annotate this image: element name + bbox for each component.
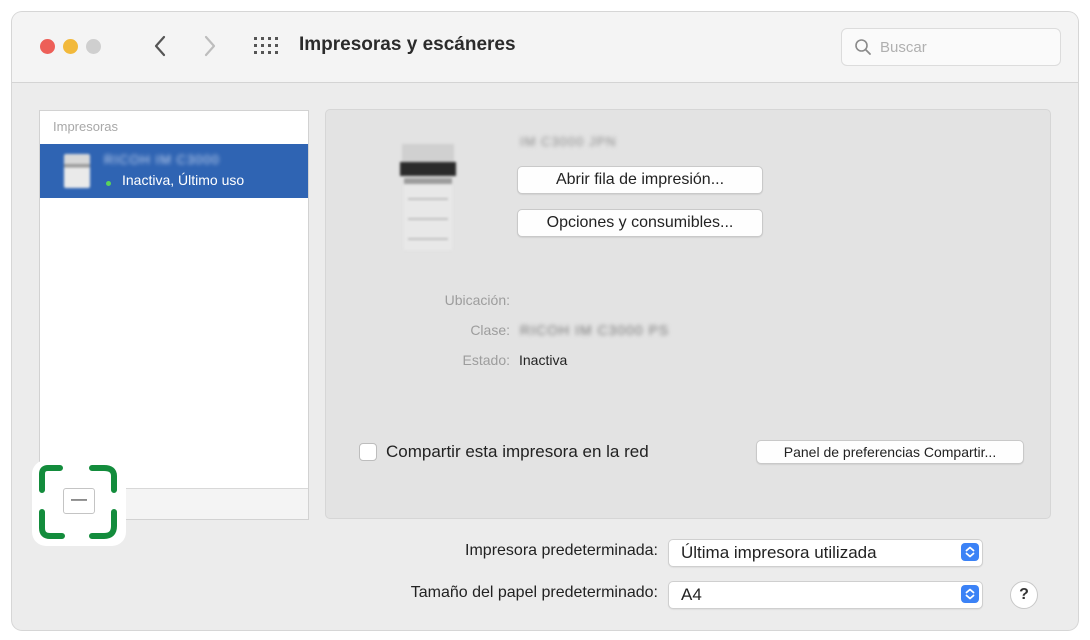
- chevron-left-icon: [154, 35, 166, 57]
- chevron-right-icon: [204, 35, 216, 57]
- printer-image: [400, 144, 456, 250]
- title-bar: Impresoras y escáneres: [12, 12, 1078, 83]
- paper-size-label: Tamaño del papel predeterminado:: [410, 584, 658, 601]
- printer-list-item-status: Inactiva, Último uso: [122, 172, 245, 188]
- state-label: Estado:: [462, 352, 510, 368]
- show-all-button[interactable]: [252, 36, 280, 56]
- window-title: Impresoras y escáneres: [299, 34, 516, 55]
- status-dot-icon: [106, 181, 111, 186]
- printer-name: IM C3000 JPN: [520, 134, 617, 149]
- search-field[interactable]: [841, 28, 1061, 66]
- printer-list-header: Impresoras: [53, 119, 119, 134]
- updown-chevron-icon: [961, 585, 979, 603]
- share-printer-checkbox[interactable]: [359, 443, 377, 461]
- state-value: Inactiva: [519, 352, 568, 368]
- search-icon: [855, 39, 871, 55]
- default-printer-value: Última impresora utilizada: [681, 543, 877, 562]
- grid-icon: [254, 37, 278, 54]
- class-value: RICOH IM C3000 PS: [520, 322, 670, 338]
- search-input[interactable]: [880, 35, 1050, 59]
- sharing-preferences-button[interactable]: Panel de preferencias Compartir...: [756, 440, 1024, 464]
- location-label: Ubicación:: [444, 292, 510, 308]
- paper-size-value: A4: [681, 585, 702, 604]
- printer-list: Impresoras RICOH IM C3000 Inactiva, Últi…: [39, 110, 309, 520]
- options-supplies-button[interactable]: Opciones y consumibles...: [517, 209, 763, 237]
- default-printer-label: Impresora predeterminada:: [465, 542, 658, 559]
- remove-printer-button[interactable]: —: [63, 488, 95, 514]
- paper-size-select[interactable]: A4: [668, 581, 983, 609]
- forward-button[interactable]: [196, 30, 224, 62]
- help-button[interactable]: ?: [1010, 581, 1038, 609]
- updown-chevron-icon: [961, 543, 979, 561]
- preferences-window: Impresoras y escáneres Impresoras RICOH …: [12, 12, 1078, 630]
- printer-detail-panel: IM C3000 JPN Abrir fila de impresión... …: [325, 109, 1051, 519]
- open-print-queue-button[interactable]: Abrir fila de impresión...: [517, 166, 763, 194]
- share-printer-label: Compartir esta impresora en la red: [386, 442, 649, 461]
- back-button[interactable]: [146, 30, 174, 62]
- minimize-window-button[interactable]: [63, 39, 78, 54]
- close-window-button[interactable]: [40, 39, 55, 54]
- printer-list-item-name: RICOH IM C3000: [104, 152, 220, 167]
- zoom-window-button[interactable]: [86, 39, 101, 54]
- printer-icon: [64, 154, 90, 188]
- default-printer-select[interactable]: Última impresora utilizada: [668, 539, 983, 567]
- printer-list-item[interactable]: RICOH IM C3000 Inactiva, Último uso: [40, 144, 308, 198]
- class-label: Clase:: [470, 322, 510, 338]
- remove-button-highlight: —: [32, 460, 126, 546]
